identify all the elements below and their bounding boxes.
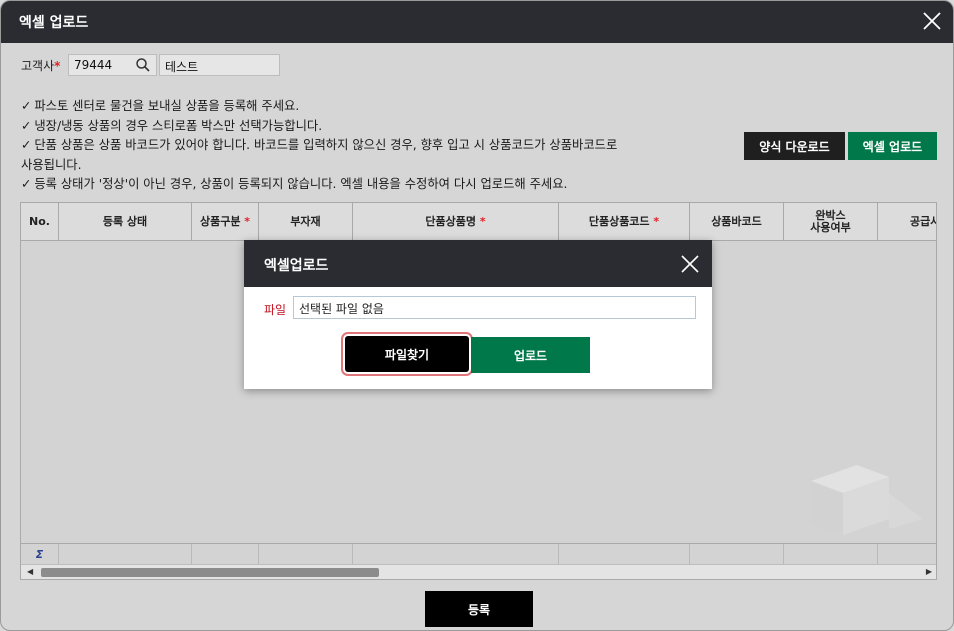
col-barcode[interactable]: 상품바코드 <box>690 203 784 240</box>
col-item-name[interactable]: 단품상품명 * <box>353 203 559 240</box>
note-item: 사용됩니다. <box>21 157 82 172</box>
col-no[interactable]: No. <box>21 203 59 240</box>
col-category[interactable]: 상품구분 * <box>192 203 259 240</box>
summary-cell <box>559 544 690 565</box>
scrollbar-thumb[interactable] <box>41 568 379 577</box>
upload-modal: 엑셀업로드 파일 선택된 파일 없음 파일찾기 업로드 <box>244 240 712 389</box>
note-item: ✓ 등록 상태가 '정상'이 아닌 경우, 상품이 등록되지 않습니다. 엑셀 내… <box>21 177 568 191</box>
sigma-icon: Σ <box>21 544 59 565</box>
template-download-button[interactable]: 양식 다운로드 <box>744 132 845 160</box>
col-status[interactable]: 등록 상태 <box>59 203 192 240</box>
empty-box-icon <box>811 465 923 535</box>
note-item: ✓ 냉장/냉동 상품의 경우 스티로폼 박스만 선택가능합니다. <box>21 118 323 133</box>
close-icon[interactable] <box>680 254 700 274</box>
note-item: ✓ 파스토 센터로 물건을 보내실 상품을 등록해 주세요. <box>21 99 300 113</box>
col-item-code[interactable]: 단품상품코드 * <box>559 203 690 240</box>
summary-cell <box>353 544 559 565</box>
col-submaterial[interactable]: 부자재 <box>259 203 353 240</box>
browse-file-button[interactable]: 파일찾기 <box>345 336 469 372</box>
horizontal-scrollbar[interactable]: ◀ ▶ <box>21 564 936 579</box>
scroll-right-icon[interactable]: ▶ <box>926 567 932 576</box>
summary-cell <box>259 544 353 565</box>
search-icon[interactable] <box>135 57 151 73</box>
col-fullbox[interactable]: 완박스 사용여부 <box>784 203 878 240</box>
window-titlebar: 엑셀 업로드 <box>1 1 953 43</box>
modal-header: 엑셀업로드 <box>244 240 712 287</box>
window-title: 엑셀 업로드 <box>19 15 89 31</box>
grid-summary-row: Σ <box>21 543 936 565</box>
modal-title: 엑셀업로드 <box>264 258 329 274</box>
customer-label: 고객사* <box>21 59 61 73</box>
note-item: ✓ 단품 상품은 상품 바코드가 있어야 합니다. 바코드를 입력하지 않으신 경… <box>21 138 618 152</box>
customer-name-field: 테스트 <box>159 54 280 76</box>
summary-cell <box>59 544 192 565</box>
excel-upload-button[interactable]: 엑셀 업로드 <box>848 132 937 160</box>
scroll-left-icon[interactable]: ◀ <box>27 567 33 576</box>
file-path-input[interactable]: 선택된 파일 없음 <box>293 296 696 319</box>
summary-cell <box>784 544 878 565</box>
grid-header: No. 등록 상태 상품구분 * 부자재 단품상품명 * 단품상품코드 * 상품… <box>21 203 936 241</box>
instruction-notes: ✓ 파스토 센터로 물건을 보내실 상품을 등록해 주세요. ✓ 냉장/냉동 상품의… <box>21 97 711 195</box>
summary-cell <box>192 544 259 565</box>
summary-cell <box>690 544 784 565</box>
upload-button[interactable]: 업로드 <box>471 337 590 373</box>
close-icon[interactable] <box>921 10 943 32</box>
register-button[interactable]: 등록 <box>425 591 533 627</box>
file-label: 파일 <box>264 303 287 317</box>
col-supplier[interactable]: 공급사 <box>878 203 936 240</box>
